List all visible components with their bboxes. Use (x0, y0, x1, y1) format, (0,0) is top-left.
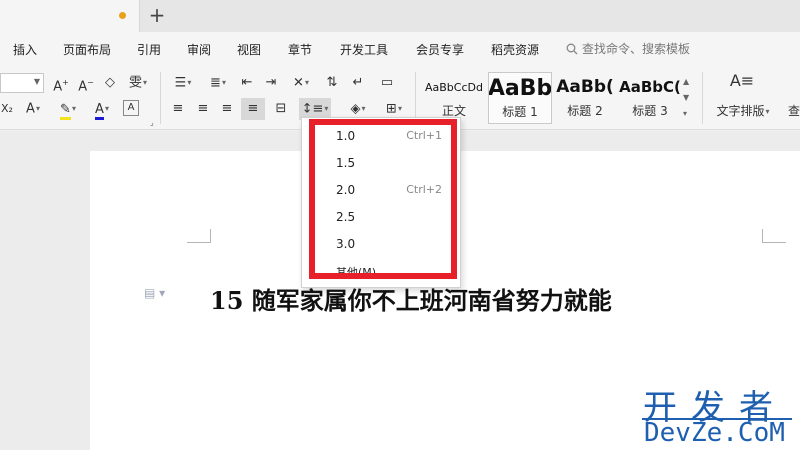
decrease-indent-icon[interactable]: ⇤ (237, 74, 257, 92)
new-tab-button[interactable]: + (147, 3, 167, 27)
tab-bar: + (0, 0, 800, 32)
document-tab[interactable] (0, 0, 140, 32)
annotation-highlight-box (309, 119, 457, 279)
margin-corner-mark (762, 229, 786, 243)
borders-icon[interactable]: ⊞▾ (379, 100, 409, 118)
font-size-select[interactable]: ▼ (0, 73, 44, 93)
align-right-icon[interactable]: ≡ (217, 100, 237, 118)
style-heading-1[interactable]: AaBb 标题 1 (488, 72, 552, 124)
justify-icon[interactable]: ≡ (241, 98, 265, 120)
menu-insert[interactable]: 插入 (13, 41, 37, 58)
menu-page-layout[interactable]: 页面布局 (63, 41, 111, 58)
style-sample: AaBbCcDd (425, 80, 483, 94)
increase-font-icon[interactable]: A+ (52, 74, 70, 94)
text-layout-icon: A≡ (729, 71, 755, 90)
ribbon-divider (160, 72, 161, 124)
chevron-down-icon: ▼ (33, 77, 40, 86)
search-icon (566, 43, 578, 54)
increase-indent-icon[interactable]: ⇥ (261, 74, 281, 92)
distributed-align-icon[interactable]: ⊟ (271, 100, 291, 118)
shading-icon[interactable]: ◈▾ (343, 100, 373, 118)
style-sample: AaBb (489, 75, 551, 101)
align-left-icon[interactable]: ≡ (168, 100, 188, 118)
align-center-icon[interactable]: ≡ (193, 100, 213, 118)
style-heading-3[interactable]: AaBbC( 标题 3 (618, 72, 682, 124)
style-sample: AaBb( (556, 77, 614, 97)
menu-view[interactable]: 视图 (237, 41, 261, 58)
style-heading-2[interactable]: AaBb( 标题 2 (553, 72, 617, 124)
menu-docer-resources[interactable]: 稻壳资源 (491, 41, 539, 58)
menu-references[interactable]: 引用 (137, 41, 161, 58)
chinese-layout-icon[interactable]: ✕▾ (286, 74, 316, 92)
decrease-font-icon[interactable]: A− (77, 74, 95, 94)
char-border-icon[interactable]: A (123, 100, 139, 116)
paragraph-handle-icon[interactable]: ▤ ▾ (144, 286, 165, 300)
style-name: 标题 3 (632, 104, 668, 118)
menu-bar: 插入 页面布局 引用 审阅 视图 章节 开发工具 会员专享 稻壳资源 查找命令、… (0, 32, 800, 66)
numbered-list-icon[interactable]: ≣▾ (203, 74, 233, 92)
font-color-icon[interactable]: A▾ (89, 100, 115, 120)
search-placeholder: 查找命令、搜索模板 (582, 42, 691, 56)
expand-gallery-icon[interactable]: ▾ (683, 106, 695, 122)
unsaved-indicator (119, 12, 126, 19)
phonetic-guide-icon[interactable]: 雯▾ (125, 74, 151, 92)
sort-icon[interactable]: ⇅ (322, 74, 342, 92)
menu-member-exclusive[interactable]: 会员专享 (416, 41, 464, 58)
command-search[interactable]: 查找命令、搜索模板 (566, 40, 690, 57)
chevron-down-icon[interactable]: ▼ (683, 90, 695, 106)
menu-review[interactable]: 审阅 (187, 41, 211, 58)
style-name: 标题 2 (567, 104, 603, 118)
menu-chapter[interactable]: 章节 (288, 41, 312, 58)
chevron-up-icon[interactable]: ▲ (683, 74, 695, 90)
font-dialog-launcher-icon[interactable]: ⌟ (150, 118, 154, 127)
show-marks-icon[interactable]: ↵ (348, 74, 368, 92)
highlight-color-icon[interactable]: ✎▾ (54, 100, 82, 120)
find-button-partial[interactable]: 查 (788, 102, 800, 120)
style-name: 标题 1 (502, 105, 538, 119)
watermark-text-en: DevZe.CoM (644, 418, 785, 448)
subscript-icon[interactable]: X₂ (0, 100, 14, 118)
style-gallery-scroll[interactable]: ▲ ▼ ▾ (683, 74, 695, 122)
ribbon-divider (702, 72, 703, 124)
margin-corner-mark (187, 229, 211, 243)
text-effect-icon[interactable]: A▾ (20, 100, 46, 118)
menu-developer-tools[interactable]: 开发工具 (340, 41, 388, 58)
text-layout-button[interactable]: 文字排版▾ (710, 102, 776, 120)
clear-format-icon[interactable]: ◇ (101, 74, 119, 92)
ruler-icon[interactable]: ▭ (376, 74, 398, 92)
bullet-list-icon[interactable]: ☰▾ (168, 74, 198, 92)
style-sample: AaBbC( (619, 78, 681, 96)
